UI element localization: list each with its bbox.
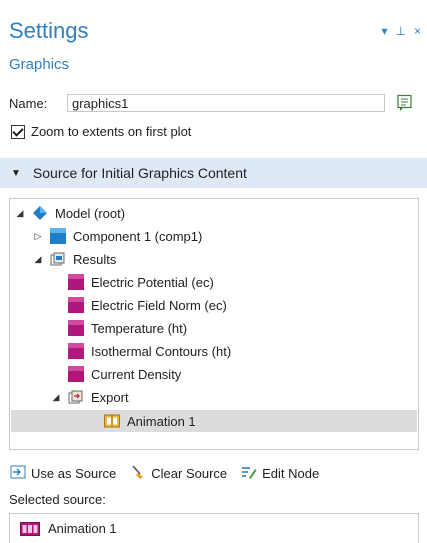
tree-node-label: Electric Field Norm (ec) bbox=[91, 297, 227, 313]
tree-node-isothermal-contours[interactable]: Isothermal Contours (ht) bbox=[68, 340, 231, 362]
tree-node-label: Animation 1 bbox=[127, 413, 196, 429]
tree-node-label: Isothermal Contours (ht) bbox=[91, 343, 232, 359]
tree-node-label: Component 1 (comp1) bbox=[73, 228, 203, 244]
model-icon bbox=[32, 205, 48, 221]
export-icon bbox=[68, 389, 84, 405]
edit-node-icon bbox=[241, 464, 257, 483]
section-title: Source for Initial Graphics Content bbox=[32, 165, 247, 181]
tree-node-temperature[interactable]: Temperature (ht) bbox=[68, 317, 187, 339]
dropdown-icon[interactable]: ▾ bbox=[382, 24, 388, 38]
animation-icon bbox=[20, 521, 40, 536]
tree-node-electric-field-norm[interactable]: Electric Field Norm (ec) bbox=[68, 294, 227, 316]
edit-node-button[interactable]: Edit Node bbox=[241, 464, 319, 483]
tree-node-model[interactable]: ◢ Model (root) bbox=[14, 202, 126, 224]
name-options-icon[interactable] bbox=[395, 93, 415, 113]
selected-source-box: Animation 1 bbox=[9, 513, 419, 543]
plot-group-3d-icon bbox=[68, 274, 84, 290]
zoom-extents-row[interactable]: Zoom to extents on first plot bbox=[11, 124, 191, 139]
plot-group-3d-icon bbox=[68, 343, 84, 359]
use-as-source-label: Use as Source bbox=[31, 466, 117, 481]
tree-node-results[interactable]: ◢ Results bbox=[32, 248, 117, 270]
collapse-icon[interactable]: ◢ bbox=[14, 208, 26, 219]
selected-row-highlight bbox=[11, 410, 417, 432]
expand-icon[interactable]: ▷ bbox=[32, 231, 44, 242]
collapse-icon[interactable]: ◢ bbox=[50, 392, 62, 403]
pin-icon[interactable]: ⊥ bbox=[396, 24, 406, 38]
animation-icon bbox=[104, 413, 120, 429]
selected-source-label: Selected source: bbox=[9, 492, 106, 507]
zoom-extents-checkbox[interactable] bbox=[11, 124, 25, 139]
panel-title: Settings bbox=[9, 18, 89, 43]
zoom-extents-label: Zoom to extents on first plot bbox=[31, 124, 192, 139]
edit-node-label: Edit Node bbox=[262, 466, 320, 481]
results-icon bbox=[50, 251, 66, 267]
tree-node-label: Export bbox=[91, 389, 129, 405]
tree-node-label: Results bbox=[73, 251, 117, 267]
clear-source-button[interactable]: Clear Source bbox=[130, 464, 227, 483]
collapse-icon[interactable]: ◢ bbox=[32, 254, 44, 265]
tree-node-export[interactable]: ◢ Export bbox=[50, 386, 129, 408]
broom-icon bbox=[130, 464, 146, 483]
close-icon[interactable]: × bbox=[414, 24, 421, 38]
tree-node-label: Model (root) bbox=[55, 205, 126, 221]
plot-group-3d-icon bbox=[68, 366, 84, 382]
name-input[interactable] bbox=[67, 94, 385, 112]
source-tree[interactable]: ◢ Model (root) ▷ Component 1 (comp1) ◢ R… bbox=[9, 198, 419, 450]
window-controls: ▾ ⊥ × bbox=[382, 24, 422, 38]
tree-node-label: Temperature (ht) bbox=[91, 320, 188, 336]
source-actions-toolbar: Use as Source Clear Source Edit Node bbox=[10, 464, 327, 483]
tree-node-label: Electric Potential (ec) bbox=[91, 274, 214, 290]
tree-node-label: Current Density bbox=[91, 366, 182, 382]
tree-node-animation[interactable]: Animation 1 bbox=[104, 410, 196, 432]
source-section-header[interactable]: ▼ Source for Initial Graphics Content bbox=[0, 158, 427, 188]
tree-node-current-density[interactable]: Current Density bbox=[68, 363, 181, 385]
component-icon bbox=[50, 228, 66, 244]
selected-source-value: Animation 1 bbox=[48, 521, 117, 536]
panel-subtitle: Graphics bbox=[9, 56, 70, 73]
caret-down-icon: ▼ bbox=[11, 167, 21, 179]
use-as-source-button[interactable]: Use as Source bbox=[10, 464, 116, 483]
use-as-source-icon bbox=[10, 464, 26, 483]
name-label: Name: bbox=[9, 95, 48, 111]
name-row: Name: bbox=[9, 92, 419, 114]
tree-node-component[interactable]: ▷ Component 1 (comp1) bbox=[32, 225, 202, 247]
tree-node-electric-potential[interactable]: Electric Potential (ec) bbox=[68, 271, 214, 293]
clear-source-label: Clear Source bbox=[151, 466, 228, 481]
plot-group-3d-icon bbox=[68, 297, 84, 313]
plot-group-3d-icon bbox=[68, 320, 84, 336]
